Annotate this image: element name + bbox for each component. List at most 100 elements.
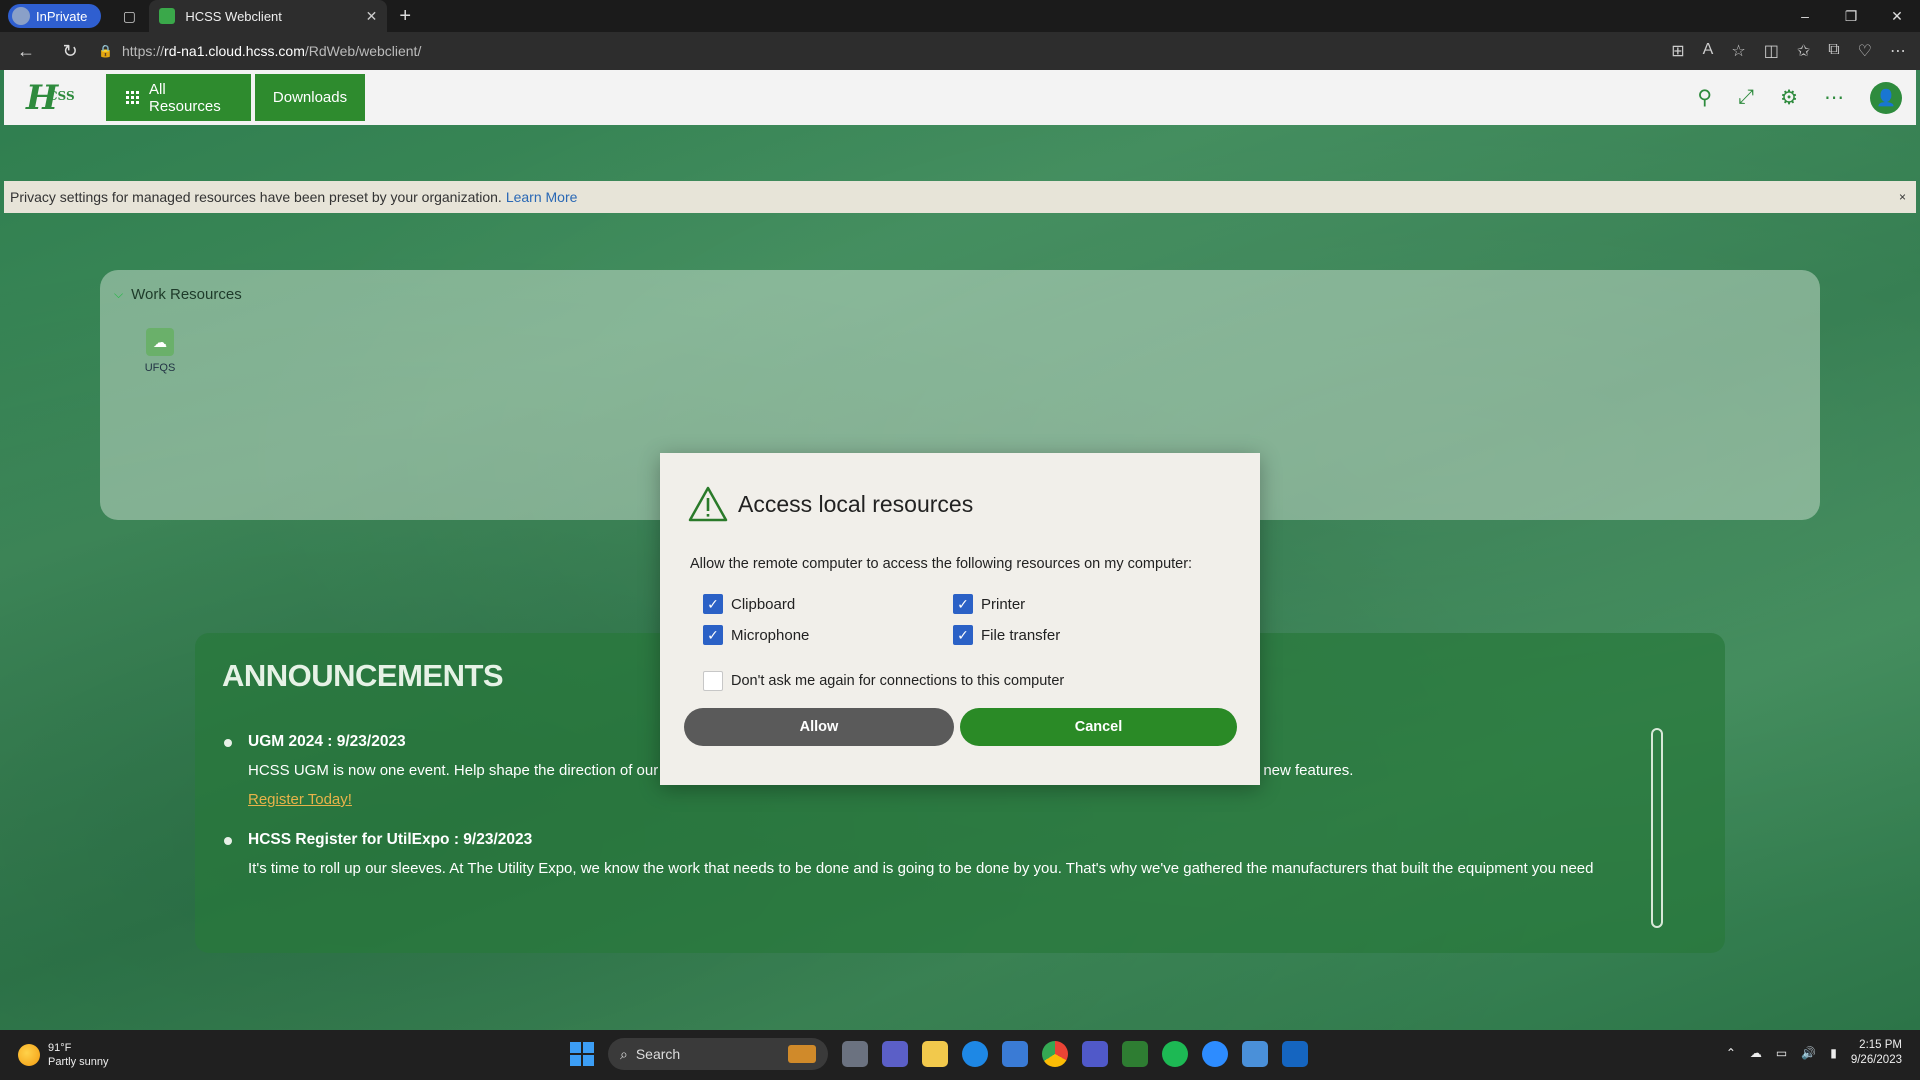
inprivate-badge[interactable]: InPrivate — [8, 4, 102, 28]
address-bar-row: ← ↻ 🔒 https://rd-na1.cloud.hcss.com/RdWe… — [0, 32, 1920, 70]
clock[interactable]: 2:15 PM 9/26/2023 — [1851, 1038, 1902, 1068]
announcements-heading: ANNOUNCEMENTS — [222, 658, 504, 693]
lock-icon: 🔒 — [98, 44, 113, 58]
windows-start-icon[interactable] — [570, 1042, 594, 1066]
notice-close-icon[interactable]: × — [1899, 190, 1906, 204]
app-header: H CSS All Resources Downloads ⚲ ⤢ ⚙ ⋯ 👤 — [4, 70, 1916, 125]
checkbox-unchecked-icon — [703, 671, 723, 691]
battery-icon[interactable]: ▮ — [1830, 1046, 1837, 1060]
terminal-icon[interactable] — [1122, 1041, 1148, 1067]
partly-sunny-icon — [18, 1044, 40, 1066]
dont-ask-label: Don't ask me again for connections to th… — [731, 673, 1065, 689]
file-transfer-label: File transfer — [981, 626, 1061, 644]
browser-titlebar: InPrivate ▢ HCSS Webclient ✕ + – ❐ ✕ — [0, 0, 1920, 32]
meet-icon[interactable] — [882, 1041, 908, 1067]
weather-widget[interactable]: 91°F Partly sunny — [18, 1041, 109, 1069]
close-window-icon[interactable]: ✕ — [1874, 0, 1920, 32]
task-view-icon[interactable] — [842, 1041, 868, 1067]
search-icon: ⌕ — [620, 1045, 628, 1062]
url-field[interactable]: 🔒 https://rd-na1.cloud.hcss.com/RdWeb/we… — [98, 36, 1518, 66]
hcss-favicon-icon — [159, 8, 176, 24]
announcements-scrollbar[interactable] — [1651, 728, 1663, 928]
read-aloud-icon[interactable]: A — [1703, 41, 1714, 61]
restore-icon[interactable]: ❐ — [1828, 0, 1874, 32]
notepad-icon[interactable] — [1242, 1041, 1268, 1067]
remote-app-window-icon[interactable] — [1282, 1041, 1308, 1067]
all-resources-button[interactable]: All Resources — [106, 74, 251, 121]
announcement-body: It's time to roll up our sleeves. At The… — [248, 860, 1594, 877]
file-transfer-checkbox[interactable]: ✓ File transfer — [953, 625, 1060, 645]
notice-text: Privacy settings for managed resources h… — [10, 189, 502, 205]
resource-item-ufqs[interactable]: ☁ UFQS — [140, 328, 180, 374]
store-icon[interactable] — [1002, 1041, 1028, 1067]
learn-more-link[interactable]: Learn More — [506, 189, 578, 205]
pin-icon[interactable]: ⚲ — [1697, 85, 1712, 110]
cancel-button[interactable]: Cancel — [960, 708, 1237, 746]
url-path: /RdWeb/webclient/ — [304, 43, 422, 59]
warning-triangle-icon — [688, 486, 728, 522]
show-hidden-icons-icon[interactable]: ⌃ — [1726, 1046, 1736, 1060]
refresh-icon[interactable]: ↻ — [52, 36, 88, 66]
browser-essentials-icon[interactable]: ♡ — [1858, 41, 1872, 61]
dialog-title-row: Access local resources — [688, 485, 973, 523]
logo-sup: CSS — [48, 88, 75, 103]
close-tab-icon[interactable]: ✕ — [366, 8, 378, 25]
header-actions: ⚲ ⤢ ⚙ ⋯ 👤 — [1697, 81, 1902, 114]
clock-date: 9/26/2023 — [1850, 1054, 1902, 1066]
browser-tab[interactable]: HCSS Webclient ✕ — [149, 0, 388, 32]
search-highlight-icon — [788, 1045, 816, 1063]
allow-button[interactable]: Allow — [684, 708, 954, 746]
all-resources-label: All Resources — [149, 80, 221, 115]
inprivate-label: InPrivate — [36, 8, 88, 24]
volume-icon[interactable]: 🔊 — [1801, 1046, 1816, 1060]
minimize-icon[interactable]: – — [1782, 0, 1828, 32]
favorite-star-icon[interactable]: ☆ — [1731, 41, 1745, 61]
weather-text: 91°F Partly sunny — [48, 1041, 109, 1069]
profile-avatar-icon — [12, 7, 30, 25]
checkbox-checked-icon: ✓ — [703, 625, 723, 645]
back-icon[interactable]: ← — [8, 36, 44, 66]
dont-ask-again-checkbox[interactable]: Don't ask me again for connections to th… — [703, 671, 1064, 691]
apps-grid-icon — [126, 90, 139, 105]
network-icon[interactable]: ▭ — [1776, 1046, 1787, 1060]
user-avatar-icon[interactable]: 👤 — [1870, 81, 1902, 114]
work-resources-header[interactable]: ⌵ Work Resources — [114, 286, 242, 303]
more-options-icon[interactable]: ⋯ — [1890, 41, 1906, 61]
collections-icon[interactable]: ⧉ — [1828, 41, 1839, 61]
checkbox-checked-icon: ✓ — [953, 625, 973, 645]
edge-icon[interactable] — [962, 1041, 988, 1067]
weather-condition: Partly sunny — [48, 1056, 109, 1068]
tab-actions-icon[interactable]: ▢ — [119, 6, 139, 26]
clipboard-label: Clipboard — [731, 595, 796, 613]
new-tab-icon[interactable]: + — [399, 5, 411, 28]
cloud-icon[interactable]: ☁ — [1750, 1046, 1762, 1060]
clock-time: 2:15 PM — [1859, 1039, 1902, 1051]
privacy-notice-bar: Privacy settings for managed resources h… — [4, 181, 1916, 213]
taskbar-search[interactable]: ⌕ Search — [608, 1038, 828, 1070]
announcement-item: HCSS Register for UtilExpo : 9/23/2023 I… — [222, 831, 1632, 877]
web-content: H CSS All Resources Downloads ⚲ ⤢ ⚙ ⋯ 👤 P… — [0, 70, 1920, 1030]
fullscreen-icon[interactable]: ⤢ — [1738, 86, 1754, 109]
checkbox-checked-icon: ✓ — [703, 594, 723, 614]
file-explorer-icon[interactable] — [922, 1041, 948, 1067]
chrome-icon[interactable] — [1042, 1041, 1068, 1067]
search-label: Search — [635, 1046, 681, 1062]
favorites-icon[interactable]: ✩ — [1797, 41, 1810, 61]
app-available-icon[interactable]: ⊞ — [1671, 41, 1684, 61]
temperature: 91°F — [48, 1042, 72, 1054]
split-screen-icon[interactable]: ◫ — [1764, 41, 1779, 61]
more-icon[interactable]: ⋯ — [1824, 85, 1844, 110]
url-prefix: https:// — [122, 43, 165, 59]
zoom-icon[interactable] — [1202, 1041, 1228, 1067]
downloads-label: Downloads — [272, 89, 348, 106]
teams-icon[interactable] — [1082, 1041, 1108, 1067]
dialog-description: Allow the remote computer to access the … — [690, 556, 1193, 572]
microphone-checkbox[interactable]: ✓ Microphone — [703, 625, 809, 645]
spotify-icon[interactable] — [1162, 1041, 1188, 1067]
register-today-link[interactable]: Register Today! — [248, 791, 352, 808]
clipboard-checkbox[interactable]: ✓ Clipboard — [703, 594, 795, 614]
settings-gear-icon[interactable]: ⚙ — [1780, 85, 1798, 110]
downloads-button[interactable]: Downloads — [255, 74, 365, 121]
remote-app-icon: ☁ — [146, 328, 174, 356]
printer-checkbox[interactable]: ✓ Printer — [953, 594, 1025, 614]
